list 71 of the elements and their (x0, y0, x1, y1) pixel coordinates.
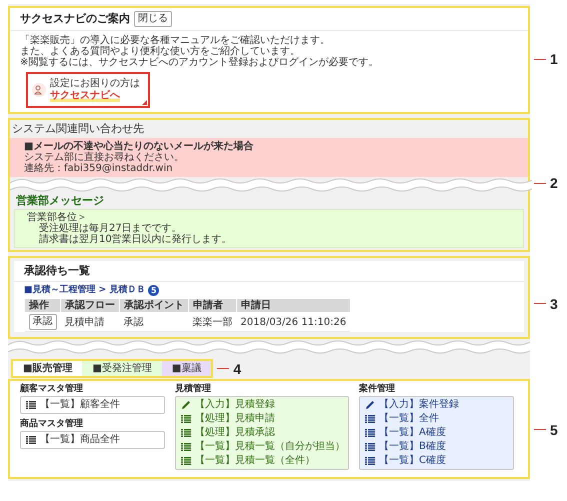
menu-link[interactable]: 【一覧】全件 (365, 412, 508, 426)
list-icon (181, 457, 191, 465)
list-icon (181, 415, 191, 423)
leader-line (534, 303, 546, 304)
menu-link[interactable]: 【入力】見積登録 (181, 398, 343, 412)
breadcrumb-link[interactable]: ■見積～工程管理 > 見積ＤＢ (24, 285, 146, 296)
menu-link[interactable]: 【一覧】C確度 (365, 454, 508, 468)
column-header: 承認ポイント (120, 298, 188, 312)
message-text: 請求書は翌月10営業日以内に発行します。 (38, 234, 233, 245)
menu-link[interactable]: 【一覧】B確度 (365, 440, 508, 454)
column-header: 操作 (24, 298, 60, 312)
leader-line (534, 182, 546, 184)
banner-caption: 設定にお困りの方は (50, 78, 140, 89)
leader-line (534, 58, 546, 60)
message-text: 営業部各位＞ (27, 212, 88, 223)
close-button[interactable]: 閉じる (134, 11, 172, 27)
group-title: 案件管理 (359, 384, 396, 395)
menu-link[interactable]: 【一覧】見積一覧（全件） (181, 454, 343, 468)
menu-link[interactable]: 【一覧】顧客全件 (26, 398, 159, 412)
column-header: 承認フロー (60, 298, 120, 312)
table-cell: 2018/03/26 11:10:26 (236, 312, 350, 332)
list-icon (365, 443, 375, 451)
success-navi-banner[interactable]: 設定にお困りの方は サクセスナビへ (26, 72, 150, 108)
table-cell: 見積申請 (60, 312, 120, 332)
alert-text: 連絡先：fabi359@instaddr.win (24, 163, 174, 174)
menu-link[interactable]: 【処理】見積承認 (181, 426, 343, 440)
callout-number: 4 (233, 360, 242, 376)
list-icon (26, 436, 36, 444)
menu-link[interactable]: 【一覧】商品全件 (26, 433, 159, 447)
list-icon (365, 457, 375, 465)
callout-number: 2 (550, 175, 558, 191)
guide-text: また、よくある質問やより便利な使い方をご紹介しています。 (20, 46, 301, 57)
leader-line (534, 429, 546, 430)
list-icon (26, 401, 36, 409)
message-text: 受注処理は毎月27日までです。 (38, 223, 183, 234)
guide-text: 「楽楽販売」の導入に必要な各種マニュアルをご確認いただけます。 (20, 35, 331, 46)
group-title: 見積管理 (175, 384, 212, 395)
list-icon (181, 429, 191, 437)
callout-number: 3 (550, 296, 558, 312)
menu-tab[interactable]: ■稟議 (162, 361, 212, 376)
table-cell: 楽楽一部 (188, 312, 236, 332)
banner-link-text[interactable]: サクセスナビへ (50, 90, 120, 102)
approve-button[interactable]: 承認 (28, 314, 56, 330)
count-badge: 5 (148, 285, 160, 296)
callout-number: 1 (550, 51, 558, 67)
panel-title: サクセスナビのご案内 (20, 12, 130, 26)
menu-link[interactable]: 【一覧】A確度 (365, 426, 508, 440)
guide-text: ※閲覧するには、サクセスナビへのアカウント登録およびログインが必要です。 (20, 57, 380, 68)
callout-number: 5 (550, 422, 558, 438)
column-header: 申請日 (236, 298, 350, 312)
panel-title: 承認待ち一覧 (24, 264, 90, 278)
leader-line (217, 368, 230, 369)
table-cell: 承認 (120, 312, 188, 332)
list-icon (365, 415, 375, 423)
menu-link[interactable]: 【入力】案件登録 (365, 398, 508, 412)
list-icon (181, 443, 191, 451)
alert-text: システム部に直接お尋ねください。 (24, 152, 185, 163)
person-icon (32, 83, 46, 97)
group-title: 商品マスタ管理 (20, 419, 84, 430)
arrow-icon (142, 100, 147, 105)
section-title: 営業部メッセージ (15, 193, 105, 209)
pencil-icon (365, 400, 375, 410)
alert-heading: ■メールの不達や心当たりのないメールが来た場合 (24, 141, 254, 152)
menu-tab[interactable]: ■受発注管理 (82, 361, 162, 376)
column-header: 申請者 (188, 298, 236, 312)
pencil-icon (181, 400, 191, 410)
menu-link[interactable]: 【処理】見積申請 (181, 412, 343, 426)
menu-link[interactable]: 【一覧】見積一覧（自分が担当） (181, 440, 343, 454)
group-title: 顧客マスタ管理 (20, 384, 84, 395)
list-icon (365, 429, 375, 437)
menu-tab[interactable]: ■販売管理 (13, 361, 82, 376)
